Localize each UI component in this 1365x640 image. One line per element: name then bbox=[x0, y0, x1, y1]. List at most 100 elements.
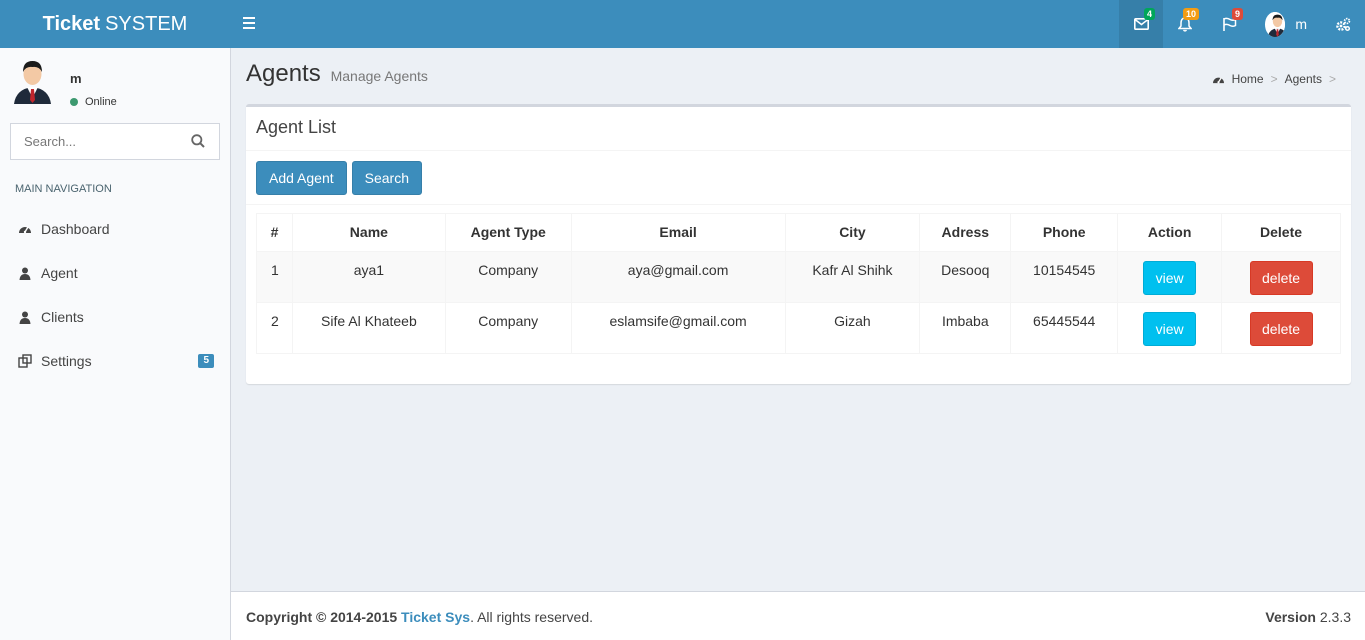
table-header-row: # Name Agent Type Email City Adress Phon… bbox=[256, 213, 1341, 252]
search-icon bbox=[191, 134, 205, 148]
view-button[interactable]: view bbox=[1143, 261, 1197, 295]
cell-city: Kafr Al Shihk bbox=[784, 251, 921, 303]
box-title: Agent List bbox=[256, 117, 337, 137]
table-row: 1 aya1 Company aya@gmail.com Kafr Al Shi… bbox=[256, 251, 1341, 303]
col-header-email: Email bbox=[570, 213, 786, 252]
sidebar-item-clients[interactable]: Clients bbox=[0, 295, 230, 339]
col-header-phone: Phone bbox=[1010, 213, 1119, 252]
user-menu[interactable]: m bbox=[1251, 0, 1321, 48]
version-info: Version 2.3.3 bbox=[1265, 609, 1351, 625]
col-header-action: Action bbox=[1117, 213, 1223, 252]
rights-text: . All rights reserved. bbox=[470, 609, 593, 625]
cell-agent-type: Company bbox=[444, 251, 572, 303]
status-text: Online bbox=[85, 96, 117, 108]
user-icon bbox=[18, 266, 32, 280]
user-icon bbox=[18, 310, 32, 324]
version-label: Version bbox=[1265, 609, 1316, 625]
header-nav: 4 10 9 m bbox=[1119, 0, 1365, 48]
cell-action: view bbox=[1117, 302, 1223, 354]
search-button[interactable] bbox=[191, 134, 207, 150]
sidebar-item-label: Agent bbox=[41, 265, 78, 281]
cell-name: aya1 bbox=[291, 251, 446, 303]
sidebar-toggle-button[interactable] bbox=[243, 14, 259, 34]
page-subtitle: Manage Agents bbox=[330, 68, 428, 84]
table-row: 2 Sife Al Khateeb Company eslamsife@gmai… bbox=[256, 302, 1341, 354]
copyright: Copyright © 2014-2015 Ticket Sys. All ri… bbox=[246, 609, 593, 625]
sidebar-avatar bbox=[10, 56, 55, 104]
breadcrumb-separator: > bbox=[1270, 72, 1278, 86]
cell-address: Imbaba bbox=[919, 302, 1012, 354]
breadcrumb-home-link[interactable]: Home bbox=[1232, 72, 1264, 86]
status-indicator: Online bbox=[70, 96, 117, 108]
sidebar-user-name: m bbox=[70, 71, 82, 86]
cell-number: 2 bbox=[256, 302, 293, 354]
nav-header: MAIN NAVIGATION bbox=[15, 183, 112, 195]
user-avatar-icon bbox=[1265, 11, 1286, 37]
user-panel: m Online bbox=[10, 56, 220, 112]
hamburger-icon bbox=[243, 17, 255, 19]
box-actions: Add Agent Search bbox=[246, 151, 1351, 205]
messages-badge: 4 bbox=[1143, 8, 1155, 20]
user-avatar-icon bbox=[14, 61, 51, 104]
dashboard-icon bbox=[18, 222, 32, 236]
version-number: 2.3.3 bbox=[1319, 609, 1351, 625]
col-header-address: Adress bbox=[919, 213, 1012, 252]
control-sidebar-button[interactable] bbox=[1321, 0, 1365, 48]
notifications-badge: 10 bbox=[1182, 8, 1199, 20]
sidebar-search-form bbox=[10, 123, 220, 160]
sidebar-item-label: Settings bbox=[41, 353, 92, 369]
delete-button[interactable]: delete bbox=[1249, 261, 1313, 295]
col-header-agent-type: Agent Type bbox=[444, 213, 572, 252]
sidebar-item-settings[interactable]: Settings 5 bbox=[0, 339, 230, 383]
gears-icon bbox=[1336, 17, 1351, 31]
sidebar-item-label: Clients bbox=[41, 309, 84, 325]
logo-bold: Ticket bbox=[42, 12, 101, 35]
cell-number: 1 bbox=[256, 251, 293, 303]
sidebar-item-agent[interactable]: Agent bbox=[0, 251, 230, 295]
notifications-button[interactable]: 10 bbox=[1163, 0, 1207, 48]
cell-action: view bbox=[1117, 251, 1223, 303]
agents-table: # Name Agent Type Email City Adress Phon… bbox=[256, 213, 1341, 354]
breadcrumb-agents-link[interactable]: Agents bbox=[1285, 72, 1322, 86]
cell-agent-type: Company bbox=[444, 302, 572, 354]
dashboard-icon bbox=[1212, 76, 1224, 83]
top-header: Ticket SYSTEM 4 10 9 m bbox=[0, 0, 1365, 48]
col-header-name: Name bbox=[291, 213, 446, 252]
flags-button[interactable]: 9 bbox=[1207, 0, 1251, 48]
col-header-number: # bbox=[256, 213, 293, 252]
sidebar-item-dashboard[interactable]: Dashboard bbox=[0, 207, 230, 251]
messages-button[interactable]: 4 bbox=[1119, 0, 1163, 48]
search-agents-button[interactable]: Search bbox=[351, 161, 422, 195]
cell-phone: 10154545 bbox=[1010, 251, 1119, 303]
cell-delete: delete bbox=[1221, 251, 1341, 303]
content-header: Agents Manage Agents bbox=[246, 60, 428, 88]
sidebar: m Online MAIN NAVIGATION Dashboard Agent bbox=[0, 48, 231, 640]
cell-city: Gizah bbox=[784, 302, 921, 354]
add-agent-button[interactable]: Add Agent bbox=[256, 161, 347, 195]
delete-button[interactable]: delete bbox=[1249, 312, 1313, 346]
view-button[interactable]: view bbox=[1143, 312, 1197, 346]
sidebar-search-input[interactable] bbox=[11, 134, 181, 149]
cell-phone: 65445544 bbox=[1010, 302, 1119, 354]
col-header-city: City bbox=[784, 213, 921, 252]
avatar bbox=[1265, 11, 1286, 37]
brand-link[interactable]: Ticket Sys bbox=[401, 609, 470, 625]
cell-delete: delete bbox=[1221, 302, 1341, 354]
flags-badge: 9 bbox=[1231, 8, 1243, 20]
footer: Copyright © 2014-2015 Ticket Sys. All ri… bbox=[231, 591, 1365, 640]
settings-count-badge: 5 bbox=[198, 354, 214, 368]
cell-name: Sife Al Khateeb bbox=[291, 302, 446, 354]
cell-address: Desooq bbox=[919, 251, 1012, 303]
cell-email: eslamsife@gmail.com bbox=[570, 302, 786, 354]
breadcrumb: Home > Agents > bbox=[1212, 72, 1343, 86]
page-title: Agents bbox=[246, 60, 321, 87]
box-header: Agent List bbox=[246, 107, 1351, 151]
copyright-text: Copyright © 2014-2015 bbox=[246, 609, 398, 625]
logo[interactable]: Ticket SYSTEM bbox=[0, 0, 230, 48]
sidebar-menu: Dashboard Agent Clients Settings 5 bbox=[0, 207, 230, 383]
header-user-name: m bbox=[1295, 16, 1307, 32]
agent-list-box: Agent List Add Agent Search # Name Agent… bbox=[246, 104, 1351, 384]
online-dot-icon bbox=[70, 98, 78, 106]
cell-email: aya@gmail.com bbox=[570, 251, 786, 303]
breadcrumb-separator: > bbox=[1328, 72, 1336, 86]
